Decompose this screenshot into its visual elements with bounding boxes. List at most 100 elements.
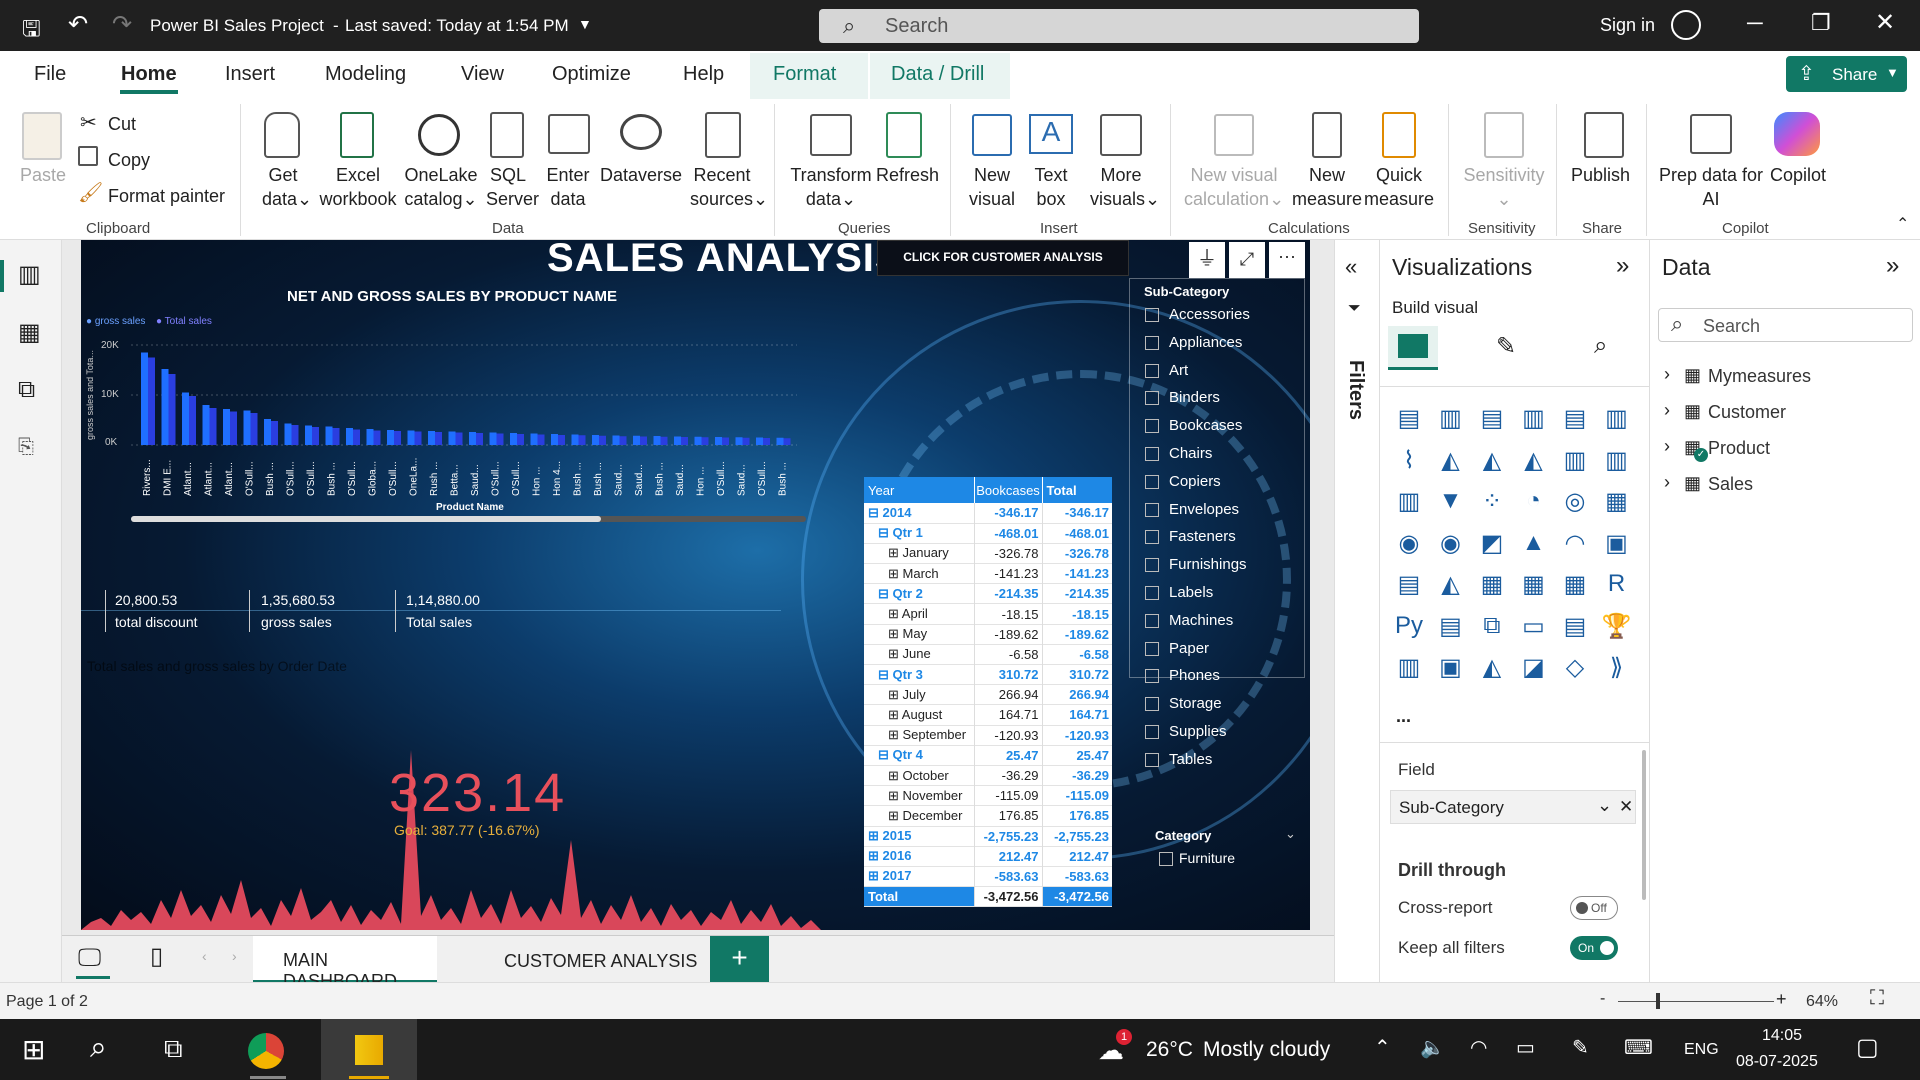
chevron-down-icon[interactable]: ⌄: [1285, 826, 1296, 842]
matrix-row-label[interactable]: ⊞ 2015: [864, 826, 975, 847]
checkbox[interactable]: [1145, 530, 1159, 545]
checkbox[interactable]: [1145, 391, 1159, 406]
add-page-button[interactable]: +: [710, 936, 769, 983]
clock-date[interactable]: 08-07-2025: [1736, 1053, 1818, 1071]
matrix-row-label[interactable]: ⊞ June: [864, 644, 975, 665]
task-view-icon[interactable]: ⧉: [164, 1033, 183, 1065]
menu-modeling[interactable]: Modeling: [325, 63, 406, 86]
bar-gross-sales[interactable]: [489, 432, 497, 446]
menu-help[interactable]: Help: [683, 63, 724, 86]
report-view-icon[interactable]: ▥: [18, 260, 41, 289]
matrix-row[interactable]: ⊞ August 164.71 164.71: [864, 704, 1112, 726]
slicer-item[interactable]: Chairs: [1145, 443, 1305, 465]
matrix-row[interactable]: ⊞ April -18.15 -18.15: [864, 603, 1112, 625]
bar-total-sales[interactable]: [455, 432, 463, 446]
matrix-row[interactable]: ⊟ Qtr 1 -468.01 -468.01: [864, 523, 1112, 544]
onelake-button[interactable]: OneLake catalog⌄: [398, 163, 484, 211]
matrix-row-label[interactable]: ⊞ 2016: [864, 846, 975, 867]
bar-gross-sales[interactable]: [510, 433, 517, 445]
bar-total-sales[interactable]: [332, 428, 340, 445]
quick-measure-button[interactable]: Quick measure: [1364, 163, 1434, 211]
bar-total-sales[interactable]: [353, 429, 360, 446]
table-view-icon[interactable]: ▦: [18, 318, 41, 347]
cut-button[interactable]: Cut: [108, 112, 136, 136]
matrix-row-label[interactable]: Total: [864, 886, 975, 907]
matrix-col-bookcases[interactable]: Bookcases: [974, 477, 1043, 503]
diamond-icon[interactable]: ◇: [1560, 653, 1590, 683]
stacked-bar-icon[interactable]: ▤: [1394, 404, 1424, 434]
redo-icon[interactable]: ↷: [112, 10, 132, 39]
sensitivity-button[interactable]: Sensitivity ⌄: [1460, 163, 1548, 211]
r-visual-icon[interactable]: R: [1602, 570, 1632, 600]
saved-status[interactable]: Last saved: Today at 1:54 PM: [345, 16, 569, 36]
field-well[interactable]: Sub-Category ⌄ ✕: [1390, 790, 1636, 824]
matrix-row[interactable]: ⊟ Qtr 2 -214.35 -214.35: [864, 583, 1112, 604]
cross-report-toggle[interactable]: Off: [1570, 896, 1618, 920]
powerbi-taskbar-item[interactable]: [321, 1019, 417, 1080]
paste-button[interactable]: Paste: [20, 163, 66, 187]
bar-total-sales[interactable]: [148, 357, 155, 446]
data-table-item[interactable]: › ▦ Product ✓: [1664, 436, 1904, 464]
format-visual-icon[interactable]: ✎: [1496, 332, 1516, 361]
menu-format[interactable]: Format: [773, 63, 836, 86]
text-box-button[interactable]: Text box: [1030, 163, 1072, 211]
bar-total-sales[interactable]: [250, 413, 258, 445]
bar-gross-sales[interactable]: [715, 437, 722, 445]
next-page-icon[interactable]: ›: [232, 948, 237, 964]
bar-gross-sales[interactable]: [141, 352, 148, 446]
matrix-row-label[interactable]: ⊞ January: [864, 543, 975, 564]
slicer-item[interactable]: Machines: [1145, 610, 1305, 632]
menu-home[interactable]: Home: [121, 63, 177, 86]
matrix-col-total[interactable]: Total: [1042, 477, 1112, 503]
get-data-button[interactable]: Get data⌄: [262, 163, 312, 211]
key-influencers-icon[interactable]: ▤: [1436, 612, 1466, 642]
bar-total-sales[interactable]: [476, 433, 483, 445]
bar-gross-sales[interactable]: [756, 437, 763, 446]
filled-map-icon[interactable]: ◉: [1436, 529, 1466, 559]
data-table-item[interactable]: › ▦ Sales: [1664, 472, 1904, 500]
zoom-in-button[interactable]: +: [1776, 989, 1787, 1010]
bar-scrollbar[interactable]: [131, 516, 806, 522]
bar-gross-sales[interactable]: [202, 405, 210, 445]
bar-total-sales[interactable]: [763, 438, 770, 445]
checkbox[interactable]: [1145, 447, 1159, 461]
chevron-right-icon[interactable]: ›: [1664, 436, 1670, 457]
matrix-row-label[interactable]: ⊞ October: [864, 765, 975, 786]
checkbox[interactable]: [1145, 613, 1159, 628]
checkbox[interactable]: [1145, 752, 1159, 767]
matrix-row-label[interactable]: ⊞ April: [864, 603, 975, 625]
checkbox[interactable]: [1145, 641, 1159, 656]
matrix-row[interactable]: ⊞ October -36.29 -36.29: [864, 765, 1112, 786]
checkbox[interactable]: [1145, 697, 1159, 712]
signin-link[interactable]: Sign in: [1600, 15, 1655, 36]
new-measure-button[interactable]: New measure: [1292, 163, 1362, 211]
bar-gross-sales[interactable]: [674, 436, 681, 446]
chevron-up-icon[interactable]: ⌃: [1374, 1035, 1391, 1060]
bar-gross-sales[interactable]: [243, 410, 251, 446]
matrix-row-label[interactable]: ⊟ 2014: [864, 503, 975, 524]
volume-icon[interactable]: 🔈: [1420, 1035, 1445, 1060]
more-visuals-button[interactable]: More visuals⌄: [1090, 163, 1160, 211]
stacked-area-icon[interactable]: ◭: [1477, 446, 1507, 476]
matrix-row-label[interactable]: ⊟ Qtr 1: [864, 523, 975, 544]
narrative-icon[interactable]: ▤: [1560, 612, 1590, 642]
data-search-input[interactable]: ⌕ Search: [1658, 308, 1913, 342]
clustered-bar-icon[interactable]: ▤: [1477, 404, 1507, 434]
prep-data-ai-button[interactable]: Prep data for AI: [1656, 163, 1766, 211]
slicer-item[interactable]: Art: [1145, 360, 1305, 382]
viz-scrollbar[interactable]: [1642, 750, 1646, 900]
power-automate-icon[interactable]: ◪: [1519, 653, 1549, 683]
qa-icon[interactable]: ▭: [1519, 612, 1549, 642]
close-icon[interactable]: ✕: [1875, 8, 1895, 37]
azure-map-icon[interactable]: ▲: [1519, 529, 1549, 559]
menu-file[interactable]: File: [34, 63, 66, 86]
bar-total-sales[interactable]: [660, 436, 668, 445]
undo-icon[interactable]: ↶: [68, 10, 88, 39]
search-icon[interactable]: ⌕: [90, 1031, 107, 1065]
checkbox[interactable]: [1145, 669, 1159, 684]
matrix-row[interactable]: ⊟ Qtr 4 25.47 25.47: [864, 745, 1112, 766]
enter-data-button[interactable]: Enter data: [546, 163, 590, 211]
matrix-col-year[interactable]: Year: [864, 477, 975, 503]
fit-to-page-icon[interactable]: ⛶: [1870, 987, 1884, 1010]
menu-optimize[interactable]: Optimize: [552, 63, 631, 86]
